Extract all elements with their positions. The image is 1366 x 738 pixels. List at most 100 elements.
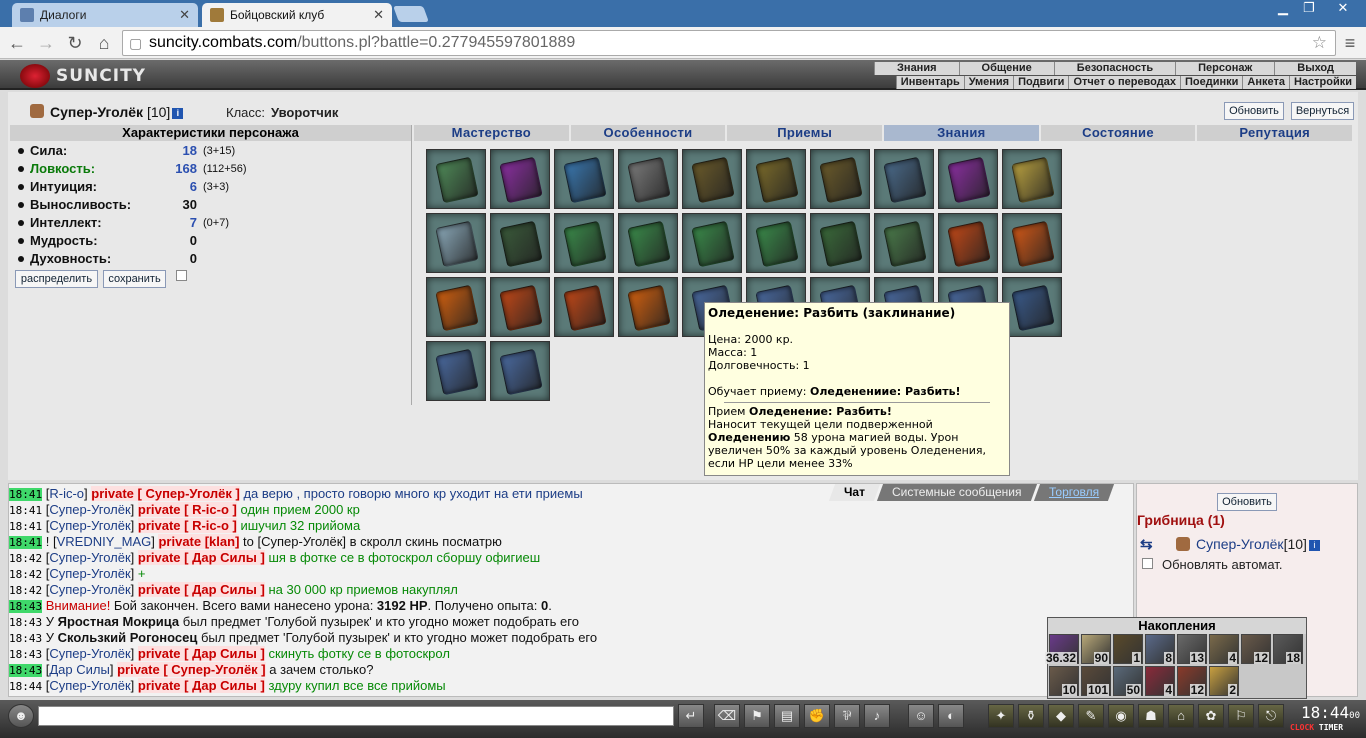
minimize-icon[interactable]: ▁ [1270, 0, 1296, 18]
maximize-icon[interactable]: ❐ [1296, 0, 1322, 18]
scroll-item-icon[interactable] [554, 277, 614, 337]
tab-category-3[interactable]: Знания [884, 125, 1039, 141]
private-tag[interactable]: private [ R-ic-o ] [137, 518, 237, 533]
message-time[interactable]: 18:41 [9, 504, 42, 517]
message-nick[interactable]: Супер-Уголёк [49, 678, 130, 693]
filter-icon[interactable]: ⚑ [744, 704, 770, 728]
tab-dialogs[interactable]: Диалоги ✕ [12, 3, 198, 27]
accumulation-item-icon[interactable]: 1 [1113, 634, 1143, 664]
message-nick[interactable]: Супер-Уголёк [49, 550, 130, 565]
scroll-item-icon[interactable] [682, 213, 742, 273]
potion-icon[interactable]: ⚱ [1018, 704, 1044, 728]
menu-knowledge[interactable]: Знания [874, 62, 959, 75]
location-user[interactable]: Супер-Уголёк[10] i [1196, 536, 1320, 552]
side-info-icon[interactable]: i [1308, 539, 1320, 551]
save-log-icon[interactable]: ▤ [774, 704, 800, 728]
tab-chat[interactable]: Чат [828, 484, 881, 501]
scroll-item-icon[interactable] [810, 149, 870, 209]
bookmark-star-icon[interactable]: ☆ [1312, 31, 1327, 55]
submenu-battles[interactable]: Поединки [1179, 76, 1242, 89]
exit-icon[interactable]: ⎋ [1258, 704, 1284, 728]
scroll-item-icon[interactable] [618, 277, 678, 337]
private-tag[interactable]: private [ Супер-Уголёк ] [117, 662, 266, 677]
submenu-profile[interactable]: Анкета [1242, 76, 1289, 89]
message-time[interactable]: 18:41 [9, 520, 42, 533]
scroll-item-icon[interactable] [618, 213, 678, 273]
scroll-item-icon[interactable] [1002, 277, 1062, 337]
scroll-item-icon[interactable] [554, 213, 614, 273]
accumulation-item-icon[interactable]: 4 [1209, 634, 1239, 664]
scroll-item-icon[interactable] [682, 149, 742, 209]
menu-icon[interactable]: ≡ [1338, 31, 1362, 55]
chat-input[interactable] [38, 706, 674, 726]
treasure-icon[interactable]: ◆ [1048, 704, 1074, 728]
scroll-item-icon[interactable] [554, 149, 614, 209]
magic-wand-icon[interactable]: ✦ [988, 704, 1014, 728]
accumulation-item-icon[interactable]: 50 [1113, 666, 1143, 696]
private-tag[interactable]: private [ Супер-Уголёк ] [91, 486, 240, 501]
private-tag[interactable]: private [klan] [158, 534, 240, 549]
accumulation-item-icon[interactable]: 10 [1049, 666, 1079, 696]
shop-icon[interactable]: ⌂ [1168, 704, 1194, 728]
eraser-icon[interactable]: ⌫ [714, 704, 740, 728]
friends-icon[interactable]: ✿ [1198, 704, 1224, 728]
scroll-item-icon[interactable] [618, 149, 678, 209]
refresh-button[interactable]: Обновить [1224, 102, 1284, 120]
address-bar[interactable]: ▢ suncity.combats.com/buttons.pl?battle=… [122, 30, 1336, 56]
message-nick[interactable]: VREDNIY_MAG [57, 534, 152, 549]
window-close-icon[interactable]: ✕ [1326, 0, 1360, 18]
message-time[interactable]: 18:43 [9, 632, 42, 645]
private-tag[interactable]: private [ Дар Силы ] [137, 582, 265, 597]
scroll-item-icon[interactable] [746, 149, 806, 209]
message-nick[interactable]: R-ic-o [49, 486, 84, 501]
tab-category-0[interactable]: Мастерство [414, 125, 569, 141]
scroll-item-icon[interactable] [938, 149, 998, 209]
forward-icon[interactable]: → [34, 31, 58, 55]
message-nick[interactable]: Супер-Уголёк [49, 518, 130, 533]
message-nick[interactable]: Супер-Уголёк [49, 582, 130, 597]
accumulation-item-icon[interactable]: 36.32 [1044, 634, 1079, 664]
close-icon[interactable]: ✕ [373, 7, 384, 23]
accumulation-item-icon[interactable]: 13 [1177, 634, 1207, 664]
submenu-feats[interactable]: Подвиги [1013, 76, 1068, 89]
auto-refresh-checkbox[interactable] [1142, 558, 1153, 569]
scroll-item-icon[interactable] [938, 213, 998, 273]
distribute-button[interactable]: распределить [15, 270, 98, 288]
armor-icon[interactable]: ◉ [1108, 704, 1134, 728]
return-button[interactable]: Вернуться [1291, 102, 1354, 120]
menu-exit[interactable]: Выход [1274, 62, 1356, 75]
stats-checkbox[interactable] [176, 270, 187, 281]
accumulation-item-icon[interactable]: 2 [1209, 666, 1239, 696]
smile-face-icon[interactable]: ☻ [8, 704, 34, 728]
scroll-icon[interactable]: ✎ [1078, 704, 1104, 728]
tab-category-2[interactable]: Приемы [727, 125, 883, 141]
info-icon[interactable]: i [172, 107, 184, 119]
scroll-item-icon[interactable] [426, 277, 486, 337]
scroll-item-icon[interactable] [1002, 149, 1062, 209]
private-tag[interactable]: private [ Дар Силы ] [137, 646, 265, 661]
tab-fight-club[interactable]: Бойцовский клуб ✕ [202, 3, 392, 27]
message-nick[interactable]: Дар Силы [49, 662, 109, 677]
accumulation-item-icon[interactable]: 90 [1081, 634, 1111, 664]
menu-communication[interactable]: Общение [958, 62, 1054, 75]
message-time[interactable]: 18:44 [9, 680, 42, 693]
message-time[interactable]: 18:43 [9, 616, 42, 629]
flag-icon[interactable]: ⚐ [1228, 704, 1254, 728]
scroll-item-icon[interactable] [490, 149, 550, 209]
close-icon[interactable]: ✕ [179, 7, 190, 23]
message-time[interactable]: 18:42 [9, 584, 42, 597]
message-time[interactable]: 18:43 [9, 664, 43, 677]
private-tag[interactable]: private [ Дар Силы ] [137, 678, 265, 693]
menu-security[interactable]: Безопасность [1053, 62, 1176, 75]
scroll-item-icon[interactable] [810, 213, 870, 273]
accumulation-item-icon[interactable]: 12 [1177, 666, 1207, 696]
fight-icon[interactable]: ✊ [804, 704, 830, 728]
home-icon[interactable]: ⌂ [92, 31, 116, 55]
send-arrow-icon[interactable]: ↵ [678, 704, 704, 728]
tab-category-4[interactable]: Состояние [1040, 125, 1196, 141]
back-icon[interactable]: ← [5, 31, 29, 55]
private-tag[interactable]: private [ Дар Силы ] [137, 550, 265, 565]
menu-character[interactable]: Персонаж [1175, 62, 1275, 75]
private-tag[interactable]: private [ R-ic-o ] [137, 502, 237, 517]
reload-icon[interactable]: ↻ [63, 31, 87, 55]
